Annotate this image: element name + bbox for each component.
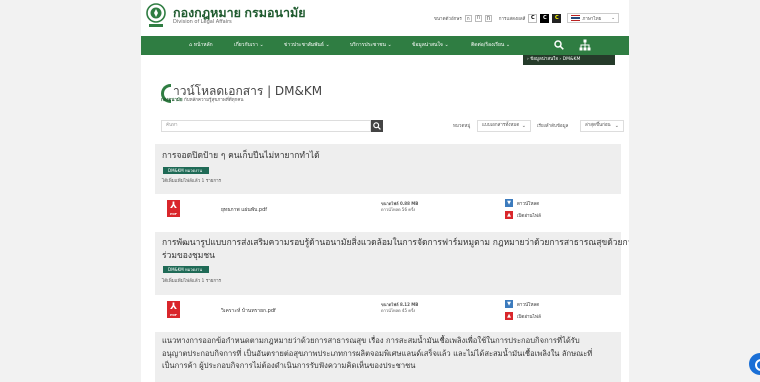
chevron-down-icon: ⌄ — [611, 15, 615, 21]
language-value: ภาษาไทย — [582, 16, 602, 22]
site-subtitle: Division of Legal Affairs — [173, 19, 232, 25]
preview-button[interactable]: ▲ เปิดอ่านไฟล์ — [505, 312, 541, 320]
category-select[interactable]: แบบเอกสารทั้งหมด ⌄ — [477, 120, 531, 132]
document-title[interactable]: การพัฒนารูปแบบการส่งเสริมความรอบรู้ด้านอ… — [162, 237, 629, 262]
file-meta: ขนาดไฟล์ 8.12 MB ดาวน์โหลด 45 ครั้ง — [381, 302, 419, 313]
department-seal-logo[interactable] — [145, 3, 167, 29]
font-size-label: ขนาดตัวอักษร — [433, 16, 462, 22]
category-label: หมวดหมู่ — [453, 124, 471, 129]
sort-select[interactable]: ล่าสุดขึ้นก่อน ⌄ — [580, 120, 624, 132]
pdf-file-icon: ⅄ PDF — [167, 301, 180, 318]
font-size-large-button[interactable]: ก — [484, 14, 492, 22]
preview-button[interactable]: ▲ เปิดอ่านไฟล์ — [505, 211, 541, 219]
document-card: การพัฒนารูปแบบการส่งเสริมความรอบรู้ด้านอ… — [155, 232, 629, 295]
home-icon: ⌂ — [189, 42, 193, 48]
accessibility-tools: ขนาดตัวอักษร ก ก ก การแสดงผลสี C C C ภาษ… — [434, 13, 619, 23]
download-button[interactable]: ▼ ดาวน์โหลด — [505, 199, 539, 207]
sort-label: เรียงลำดับข้อมูล — [537, 124, 569, 129]
font-size-small-button[interactable]: ก — [464, 14, 472, 22]
search-button[interactable] — [371, 120, 383, 132]
font-size-medium-button[interactable]: ก — [474, 14, 482, 22]
document-card: แนวทางการออกข้อกำหนดตามกฎหมายว่าด้วยการส… — [155, 332, 621, 382]
file-meta: ขนาดไฟล์ 0.88 MB ดาวน์โหลด 56 ครั้ง — [381, 201, 419, 212]
nav-news[interactable]: ข่าวประชาสัมพันธ์ ⌄ — [284, 36, 330, 55]
file-name[interactable]: ยุทธภาพ แผ่นพับ.pdf — [221, 206, 267, 214]
document-title[interactable]: แนวทางการออกข้อกำหนดตามกฎหมายว่าด้วยการส… — [162, 335, 592, 373]
category-tag[interactable]: DM&KM หมวดงาน — [163, 266, 209, 273]
contrast-label: การแสดงผลสี — [498, 16, 526, 22]
pdf-file-icon: ⅄ PDF — [167, 200, 180, 217]
category-tag[interactable]: DM&KM หมวดงาน — [163, 167, 209, 174]
chevron-down-icon: ⌄ — [614, 123, 619, 129]
contrast-normal-button[interactable]: C — [528, 13, 538, 23]
file-row: ⅄ PDF ยุทธภาพ แผ่นพับ.pdf ขนาดไฟล์ 0.88 M… — [155, 194, 621, 226]
search-icon[interactable] — [554, 40, 564, 50]
chat-widget-button[interactable] — [749, 353, 760, 375]
preview-icon: ▲ — [505, 211, 513, 219]
file-count: ได้เพิ่มแฟ้มไฟล์แล้ว 1 รายการ — [162, 179, 222, 184]
file-row: ⅄ PDF วิเคราะห์ บ้านทรายก.pdf ขนาดไฟล์ 8.… — [155, 295, 621, 327]
nav-contact[interactable]: ติดต่อ/ร้องเรียน ⌄ — [471, 36, 510, 55]
document-card: การจอดปิดป้าย ๆ คนเก็บปีนไม่หายากทำได้ D… — [155, 144, 621, 194]
document-title[interactable]: การจอดปิดป้าย ๆ คนเก็บปีนไม่หายากทำได้ — [162, 150, 320, 163]
nav-info[interactable]: ข้อมูลน่าสนใจ ⌄ — [412, 36, 449, 55]
breadcrumb[interactable]: › ข้อมูลน่าสนใจ › DM&KM — [523, 55, 615, 65]
site-header: กองกฎหมาย กรมอนามัย Division of Legal Af… — [141, 0, 629, 36]
nav-home[interactable]: ⌂ หน้าหลัก — [189, 36, 213, 55]
nav-services[interactable]: บริการประชาชน ⌄ — [350, 36, 392, 55]
page: กองกฎหมาย กรมอนามัย Division of Legal Af… — [141, 0, 629, 382]
nav-about[interactable]: เกี่ยวกับเรา ⌄ — [234, 36, 264, 55]
page-subtitle: กองอนามัย กับหลักความรู้สุขภาพที่ดีทุกคน — [161, 98, 244, 103]
sitemap-icon[interactable] — [579, 39, 591, 51]
file-name[interactable]: วิเคราะห์ บ้านทรายก.pdf — [221, 307, 276, 315]
main-nav: ⌂ หน้าหลัก เกี่ยวกับเรา ⌄ ข่าวประชาสัมพั… — [141, 36, 629, 55]
download-icon: ▼ — [505, 199, 513, 207]
language-select[interactable]: ภาษาไทย ⌄ — [567, 13, 619, 23]
download-button[interactable]: ▼ ดาวน์โหลด — [505, 300, 539, 308]
contrast-yellow-button[interactable]: C — [552, 13, 562, 23]
file-count: ได้เพิ่มแฟ้มไฟล์แล้ว 1 รายการ — [162, 279, 222, 284]
download-icon: ▼ — [505, 300, 513, 308]
chevron-down-icon: ⌄ — [521, 123, 526, 129]
search-input[interactable]: ค้นหา — [161, 120, 371, 132]
search-icon — [373, 122, 381, 130]
contrast-dark-button[interactable]: C — [540, 13, 550, 23]
preview-icon: ▲ — [505, 312, 513, 320]
thai-flag-icon — [571, 15, 581, 21]
